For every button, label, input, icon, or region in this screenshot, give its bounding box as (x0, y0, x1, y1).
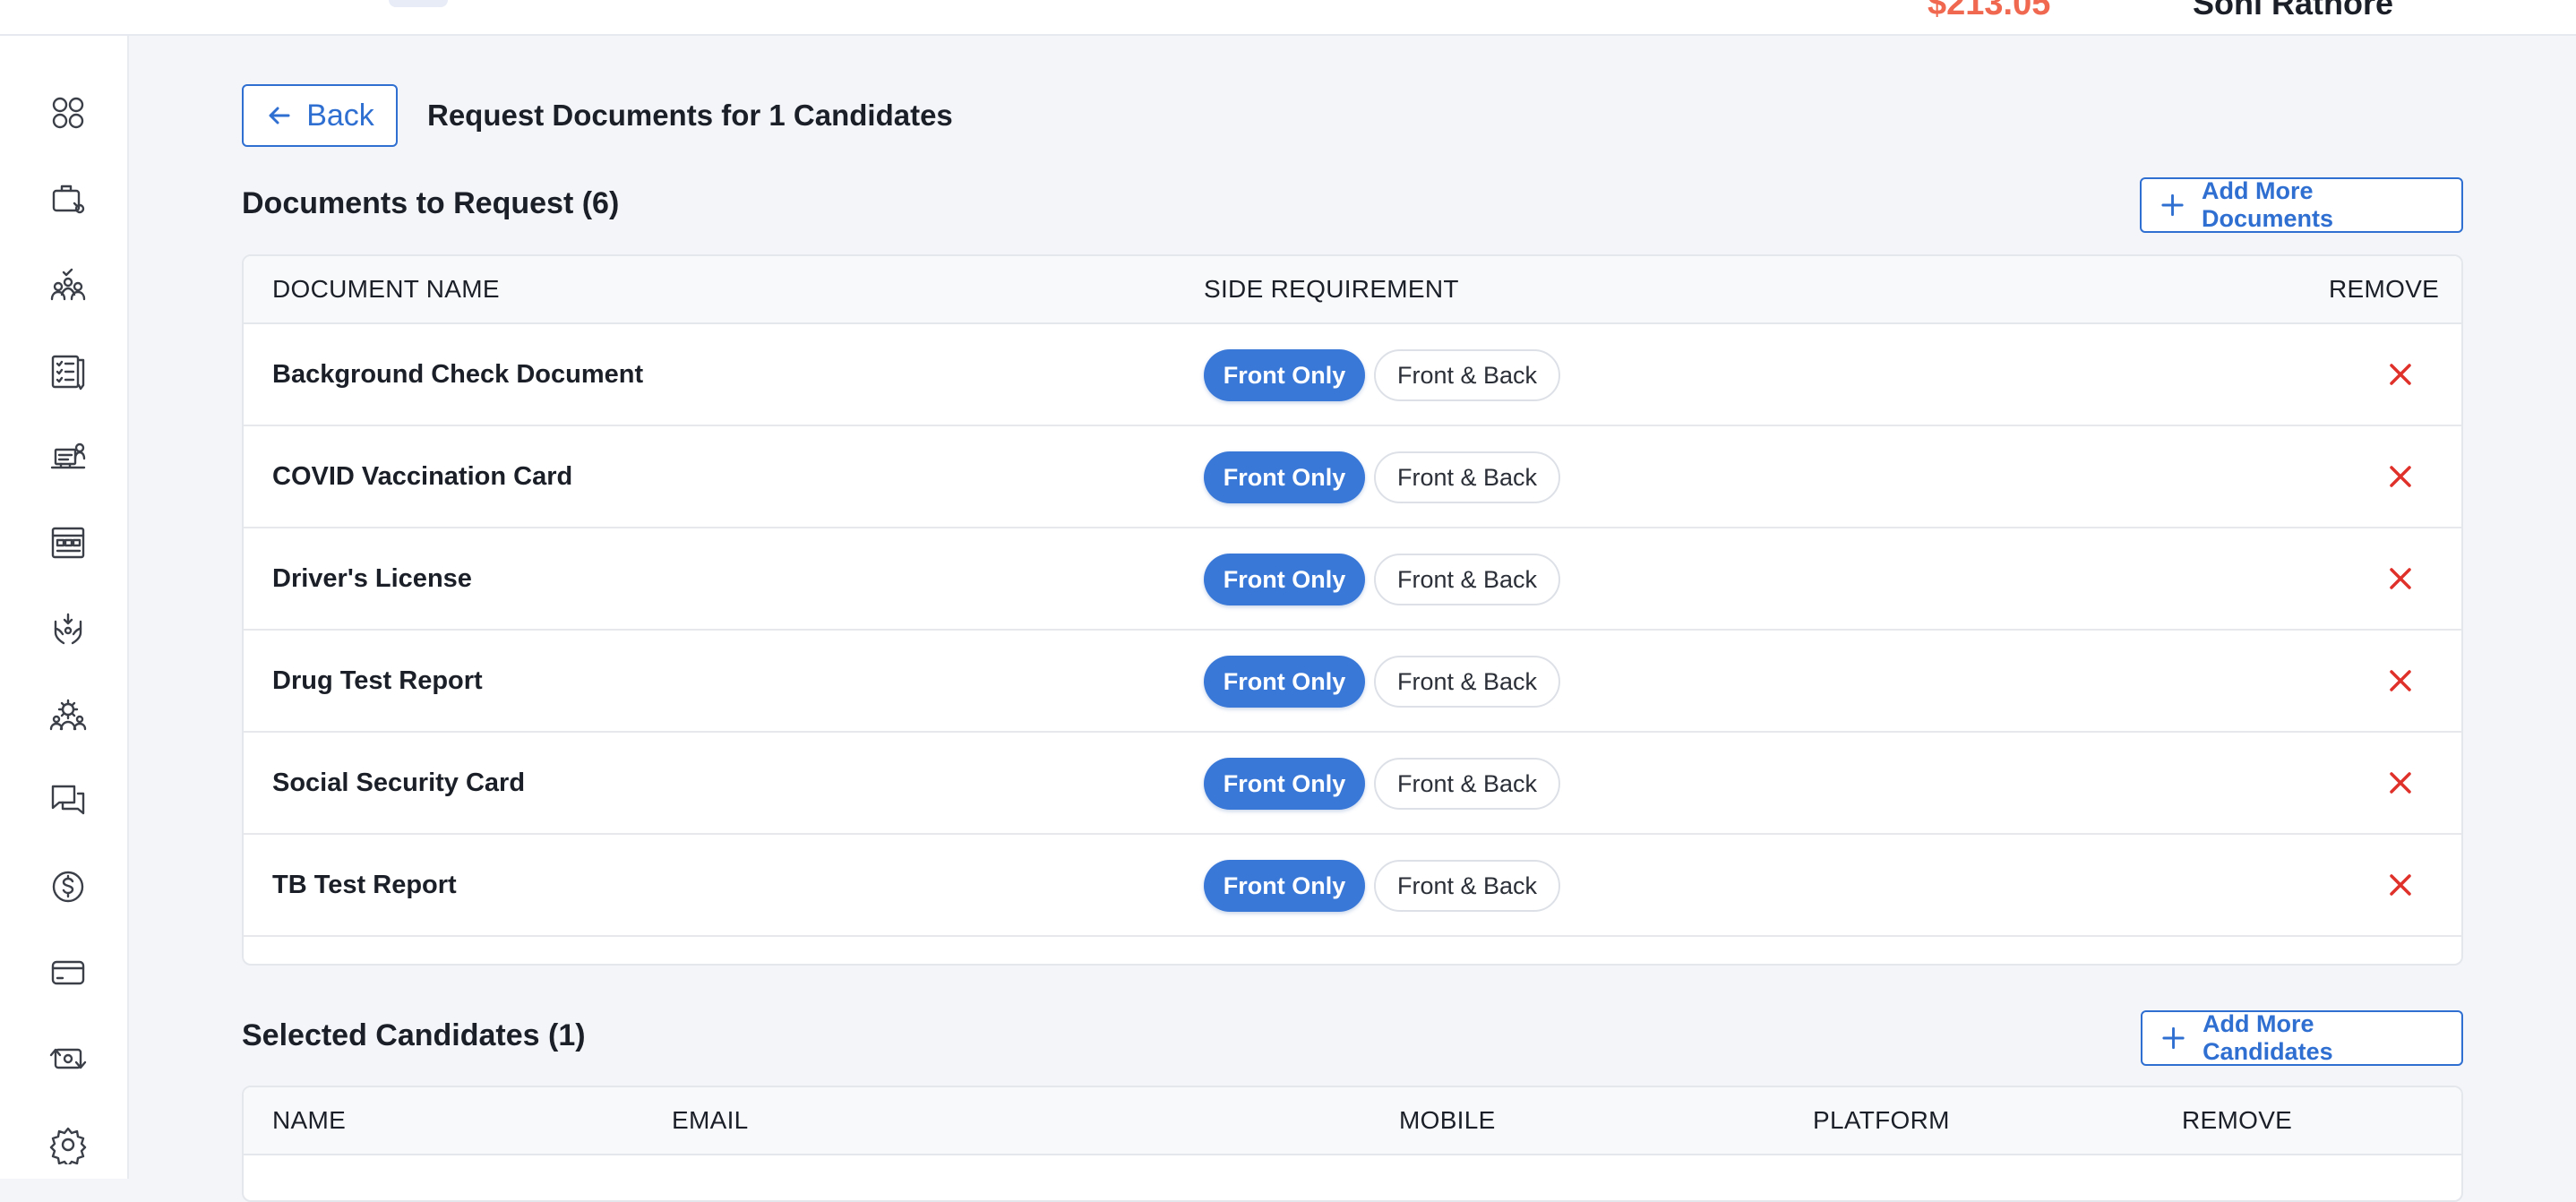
documents-table: DOCUMENT NAME SIDE REQUIREMENT REMOVE Ba… (242, 254, 2463, 966)
dollar-circle-icon (52, 871, 84, 903)
candidates-section-title: Selected Candidates (1) (242, 1018, 586, 1052)
document-name: TB Test Report (272, 871, 457, 899)
table-row: Background Check Document Front Only Front… (244, 324, 2461, 426)
close-icon (2390, 568, 2411, 589)
sidebar-item-care[interactable] (39, 600, 97, 657)
close-icon (2390, 670, 2411, 691)
sidebar-item-checklists[interactable] (39, 342, 97, 399)
front-and-back-option[interactable]: Front & Back (1374, 554, 1560, 605)
back-button-label: Back (306, 98, 374, 133)
sidebar (0, 36, 129, 1179)
candidates-table-header: NAME EMAIL MOBILE PLATFORM REMOVE (244, 1087, 2461, 1155)
column-header-document-name: DOCUMENT NAME (272, 275, 500, 303)
sidebar-item-dashboard[interactable] (39, 84, 97, 142)
close-icon (2390, 364, 2411, 385)
add-more-candidates-button[interactable]: Add More Candidates (2141, 1010, 2463, 1066)
remove-document-button[interactable] (2381, 457, 2420, 496)
checklist-document-icon (51, 355, 85, 391)
document-name: Drug Test Report (272, 666, 483, 695)
money-exchange-icon (49, 1048, 87, 1069)
jobs-briefcase-icon (52, 185, 85, 214)
remove-document-button[interactable] (2381, 355, 2420, 394)
front-and-back-option[interactable]: Front & Back (1374, 758, 1560, 810)
front-and-back-option[interactable]: Front & Back (1374, 860, 1560, 912)
sidebar-item-schedule[interactable] (39, 514, 97, 571)
page-title: Request Documents for 1 Candidates (427, 99, 953, 132)
front-only-option[interactable]: Front Only (1204, 656, 1365, 708)
back-button[interactable]: Back (242, 84, 398, 147)
document-name: COVID Vaccination Card (272, 462, 573, 491)
column-header-remove: REMOVE (2182, 1106, 2293, 1134)
schedule-board-icon (51, 527, 85, 559)
settings-gear-icon (49, 1127, 87, 1164)
add-more-documents-label: Add More Documents (2202, 177, 2334, 232)
document-name: Social Security Card (272, 768, 526, 797)
close-icon (2390, 466, 2411, 487)
top-bar: $213.05 Soni Rathore (0, 0, 2576, 36)
sidebar-item-transactions[interactable] (39, 1030, 97, 1087)
desk-worker-icon (50, 442, 86, 469)
document-name: Background Check Document (272, 360, 644, 389)
messages-chat-icon (51, 785, 85, 815)
top-chip[interactable] (389, 0, 448, 7)
candidates-team-icon (50, 268, 86, 301)
user-name[interactable]: Soni Rathore (2193, 0, 2393, 23)
remove-document-button[interactable] (2381, 661, 2420, 700)
hands-care-icon (54, 613, 82, 645)
sidebar-item-candidates[interactable] (39, 256, 97, 313)
candidates-table: NAME EMAIL MOBILE PLATFORM REMOVE (242, 1086, 2463, 1202)
table-row: TB Test Report Front Only Front & Back (244, 835, 2461, 937)
sidebar-item-groups[interactable] (39, 686, 97, 743)
column-header-email: EMAIL (672, 1106, 749, 1134)
plus-icon (2162, 1026, 2185, 1050)
column-header-name: NAME (272, 1106, 347, 1134)
credit-card-icon (51, 960, 85, 985)
documents-table-header: DOCUMENT NAME SIDE REQUIREMENT REMOVE (244, 256, 2461, 324)
remove-document-button[interactable] (2381, 763, 2420, 803)
add-more-documents-button[interactable]: Add More Documents (2140, 177, 2463, 233)
close-icon (2390, 772, 2411, 794)
wallet-balance: $213.05 (1928, 0, 2051, 22)
table-row: Drug Test Report Front Only Front & Back (244, 631, 2461, 733)
column-header-mobile: MOBILE (1399, 1106, 1496, 1134)
front-only-option[interactable]: Front Only (1204, 554, 1365, 605)
sidebar-item-settings[interactable] (39, 1116, 97, 1173)
front-only-option[interactable]: Front Only (1204, 451, 1365, 503)
document-name: Driver's License (272, 564, 472, 593)
front-and-back-option[interactable]: Front & Back (1374, 656, 1560, 708)
front-only-option[interactable]: Front Only (1204, 349, 1365, 401)
sidebar-item-messages[interactable] (39, 772, 97, 829)
dashboard-grid-icon (52, 97, 84, 129)
documents-section-title: Documents to Request (6) (242, 186, 620, 220)
arrow-left-icon (269, 107, 290, 124)
remove-document-button[interactable] (2381, 865, 2420, 905)
table-row: Driver's License Front Only Front & Back (244, 528, 2461, 631)
sidebar-item-billing[interactable] (39, 944, 97, 1001)
table-row: Social Security Card Front Only Front & Ba… (244, 733, 2461, 835)
group-settings-icon (49, 699, 87, 731)
column-header-side-requirement: SIDE REQUIREMENT (1204, 275, 1459, 303)
table-row: COVID Vaccination Card Front Only Front & … (244, 426, 2461, 528)
column-header-platform: PLATFORM (1813, 1106, 1950, 1134)
sidebar-item-jobs[interactable] (39, 170, 97, 228)
front-and-back-option[interactable]: Front & Back (1374, 451, 1560, 503)
plus-icon (2161, 193, 2184, 217)
front-only-option[interactable]: Front Only (1204, 860, 1365, 912)
add-more-candidates-label: Add More Candidates (2202, 1010, 2333, 1065)
front-and-back-option[interactable]: Front & Back (1374, 349, 1560, 401)
close-icon (2390, 874, 2411, 896)
remove-document-button[interactable] (2381, 559, 2420, 598)
sidebar-item-payments[interactable] (39, 858, 97, 915)
sidebar-item-workers[interactable] (39, 428, 97, 485)
column-header-remove: REMOVE (2329, 275, 2440, 303)
front-only-option[interactable]: Front Only (1204, 758, 1365, 810)
